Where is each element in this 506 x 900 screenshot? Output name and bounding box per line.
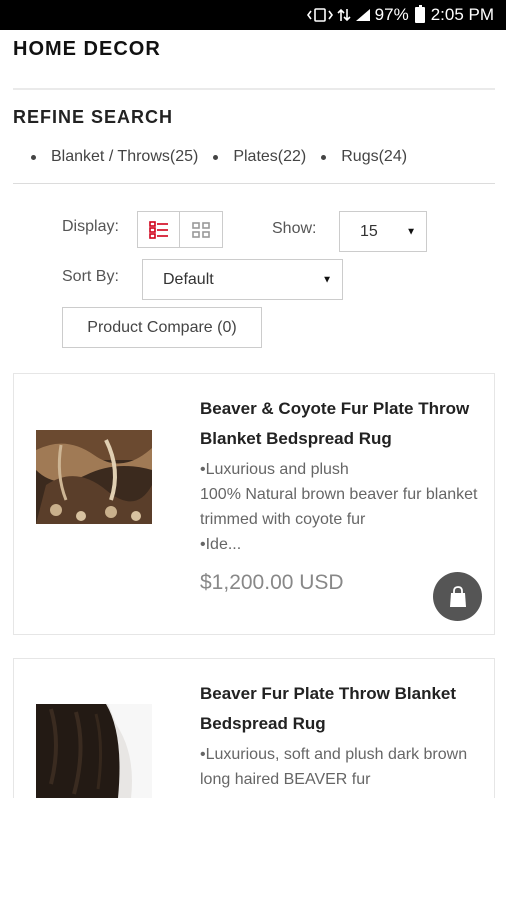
sort-select-value: Default bbox=[163, 270, 214, 288]
sort-select[interactable]: Default ▼ bbox=[142, 259, 343, 300]
product-name[interactable]: Beaver & Coyote Fur Plate Throw Blanket … bbox=[200, 394, 480, 454]
battery-icon bbox=[414, 5, 425, 23]
data-signal-icon bbox=[337, 8, 351, 22]
bullet-icon bbox=[31, 154, 36, 160]
bullet-icon bbox=[213, 154, 219, 160]
show-select-value: 15 bbox=[360, 222, 378, 240]
status-bar: 97% 2:05 PM bbox=[0, 0, 506, 30]
refine-item-rugs[interactable]: Rugs(24) bbox=[321, 148, 407, 166]
shopping-bag-icon bbox=[449, 585, 466, 607]
refine-item-plates[interactable]: Plates(22) bbox=[213, 148, 306, 166]
bullet-icon bbox=[321, 154, 327, 160]
refine-item-label[interactable]: Plates(22) bbox=[233, 148, 306, 166]
divider bbox=[13, 183, 495, 184]
divider bbox=[13, 88, 495, 90]
product-card[interactable]: Beaver & Coyote Fur Plate Throw Blanket … bbox=[13, 373, 495, 635]
grid-view-button[interactable] bbox=[180, 211, 223, 248]
add-to-cart-button[interactable] bbox=[433, 572, 482, 621]
product-image[interactable] bbox=[36, 704, 152, 798]
list-view-icon bbox=[148, 220, 168, 239]
refine-item-blanket-throws[interactable]: Blanket / Throws(25) bbox=[13, 148, 198, 166]
dropdown-arrow-icon: ▼ bbox=[406, 226, 416, 237]
list-view-button[interactable] bbox=[137, 211, 180, 248]
vibrate-icon bbox=[306, 8, 333, 22]
cell-signal-icon bbox=[355, 8, 371, 22]
clock: 2:05 PM bbox=[430, 5, 494, 24]
show-select[interactable]: 15 ▼ bbox=[339, 211, 427, 252]
sort-label: Sort By: bbox=[62, 268, 119, 285]
product-price: $1,200.00 USD bbox=[200, 571, 344, 594]
dropdown-arrow-icon: ▼ bbox=[322, 274, 332, 285]
product-name[interactable]: Beaver Fur Plate Throw Blanket Bedspread… bbox=[200, 679, 480, 739]
view-toggle bbox=[137, 211, 223, 248]
product-description: •Luxurious and plush 100% Natural brown … bbox=[200, 461, 478, 553]
show-label: Show: bbox=[272, 220, 317, 237]
refine-search-title: REFINE SEARCH bbox=[13, 107, 174, 127]
product-card[interactable]: Beaver Fur Plate Throw Blanket Bedspread… bbox=[13, 658, 495, 798]
product-description: •Luxurious, soft and plush dark brown lo… bbox=[200, 746, 468, 788]
page-title: HOME DECOR bbox=[13, 38, 161, 60]
refine-item-label[interactable]: Blanket / Throws(25) bbox=[51, 148, 198, 166]
refine-item-label[interactable]: Rugs(24) bbox=[341, 148, 407, 166]
product-image[interactable] bbox=[36, 430, 152, 524]
battery-percent: 97% bbox=[374, 5, 409, 24]
grid-view-icon bbox=[192, 221, 210, 238]
product-compare-button[interactable]: Product Compare (0) bbox=[62, 307, 262, 348]
refine-list: Blanket / Throws(25) Plates(22) Rugs(24) bbox=[13, 148, 407, 166]
display-label: Display: bbox=[62, 218, 119, 235]
